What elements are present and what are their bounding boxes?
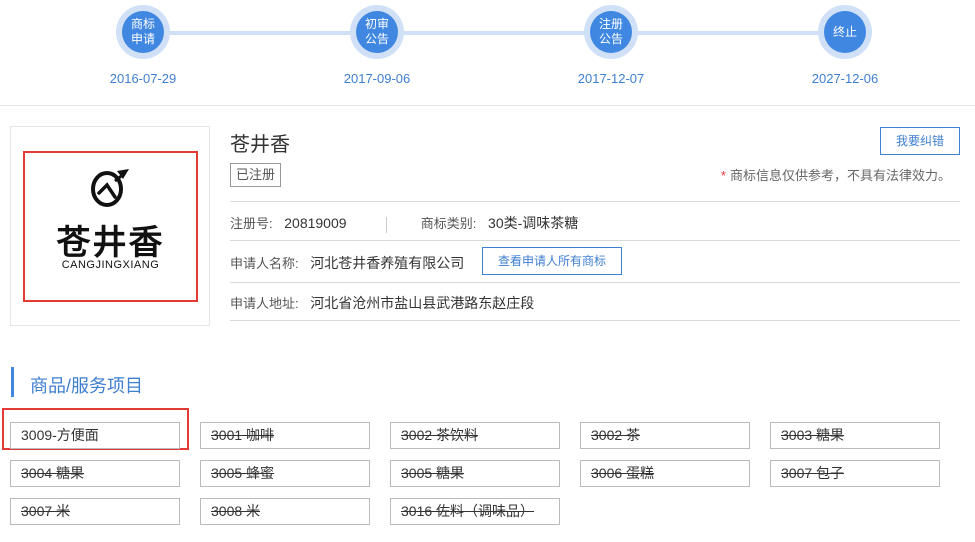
goods-item-label: 3004 糖果 <box>21 465 85 481</box>
logo-pinyin-text: CANGJINGXIANG <box>61 259 160 271</box>
goods-item: 3001 咖啡 <box>200 422 370 449</box>
divider <box>230 201 960 202</box>
logo-highlight-frame: 苍井香 CANGJINGXIANG <box>23 151 198 302</box>
goods-item-label: 3001 咖啡 <box>211 427 275 443</box>
goods-item-label: 3007 包子 <box>781 465 845 481</box>
goods-item-label: 3002 茶饮料 <box>401 427 479 443</box>
reg-no-label: 注册号: <box>230 216 273 231</box>
reg-no-value: 20819009 <box>284 215 347 231</box>
required-star: * <box>720 168 726 183</box>
goods-item-label: 3009-方便面 <box>21 427 99 443</box>
goods-item: 3003 糖果 <box>770 422 940 449</box>
timeline-node: 商标 申请 <box>116 5 170 59</box>
goods-item: 3002 茶饮料 <box>390 422 560 449</box>
address-row: 申请人地址: 河北省沧州市盐山县武港路东赵庄段 <box>230 293 534 313</box>
trademark-timeline: 商标 申请 2016-07-29 初审 公告 2017-09-06 注册 公告 … <box>0 0 975 106</box>
view-applicant-trademarks-button[interactable]: 查看申请人所有商标 <box>482 247 622 275</box>
timeline-node-label: 终止 <box>824 11 866 53</box>
goods-item-label: 3002 茶 <box>591 427 641 443</box>
timeline-line <box>142 31 846 35</box>
address-label: 申请人地址: <box>230 296 299 311</box>
timeline-step-registration: 注册 公告 2017-12-07 <box>551 5 671 101</box>
timeline-step-application: 商标 申请 2016-07-29 <box>83 5 203 101</box>
goods-item: 3016 佐料（调味品） <box>390 498 560 525</box>
goods-item-label: 3016 佐料（调味品） <box>401 503 535 519</box>
timeline-step-preliminary: 初审 公告 2017-09-06 <box>317 5 437 101</box>
section-accent-bar <box>11 367 14 397</box>
applicant-row: 申请人名称: 河北苍井香养殖有限公司 <box>230 253 464 273</box>
timeline-date: 2016-07-29 <box>109 71 177 86</box>
separator <box>386 216 388 233</box>
goods-item-label: 3007 米 <box>21 503 71 519</box>
goods-item: 3005 蜂蜜 <box>200 460 370 487</box>
timeline-date: 2017-09-06 <box>343 71 411 86</box>
timeline-node: 初审 公告 <box>350 5 404 59</box>
goods-item-label: 3006 蛋糕 <box>591 465 655 481</box>
trademark-image: 苍井香 CANGJINGXIANG <box>10 126 210 326</box>
goods-item: 3009-方便面 <box>10 422 180 449</box>
goods-item: 3002 茶 <box>580 422 750 449</box>
applicant-label: 申请人名称: <box>230 256 299 271</box>
timeline-date: 2017-12-07 <box>577 71 645 86</box>
timeline-node: 终止 <box>818 5 872 59</box>
divider <box>230 320 960 321</box>
report-error-button[interactable]: 我要纠错 <box>880 127 960 155</box>
goods-item: 3008 米 <box>200 498 370 525</box>
registration-row: 注册号: 20819009 商标类别: 30类-调味茶糖 <box>230 213 578 233</box>
goods-item: 3007 米 <box>10 498 180 525</box>
status-badge: 已注册 <box>230 163 282 187</box>
goods-item-label: 3008 米 <box>211 503 261 519</box>
trademark-name: 苍井香 <box>230 134 290 156</box>
goods-item: 3006 蛋糕 <box>580 460 750 487</box>
goods-item: 3005 糖果 <box>390 460 560 487</box>
goods-item-label: 3003 糖果 <box>781 427 845 443</box>
timeline-node-label: 注册 公告 <box>590 11 632 53</box>
goods-item: 3004 糖果 <box>10 460 180 487</box>
divider <box>230 282 960 283</box>
applicant-name: 河北苍井香养殖有限公司 <box>310 255 465 271</box>
goods-item-label: 3005 蜂蜜 <box>211 465 275 481</box>
goods-item-label: 3005 糖果 <box>401 465 465 481</box>
divider <box>230 240 960 241</box>
timeline-node-label: 初审 公告 <box>356 11 398 53</box>
logo-emblem-icon <box>91 169 129 207</box>
logo-chinese-text: 苍井香 <box>56 223 165 263</box>
timeline-date: 2027-12-06 <box>811 71 879 86</box>
timeline-node-label: 商标 申请 <box>122 11 164 53</box>
timeline-step-termination: 终止 2027-12-06 <box>785 5 905 101</box>
section-title: 商品/服务项目 <box>30 376 144 396</box>
address-value: 河北省沧州市盐山县武港路东赵庄段 <box>310 295 535 311</box>
goods-item: 3007 包子 <box>770 460 940 487</box>
disclaimer-text: 商标信息仅供参考，不具有法律效力。 <box>729 168 951 183</box>
timeline-node: 注册 公告 <box>584 5 638 59</box>
disclaimer: * 商标信息仅供参考，不具有法律效力。 <box>721 165 951 184</box>
class-value: 30类-调味茶糖 <box>488 215 579 231</box>
class-label: 商标类别: <box>420 216 477 231</box>
